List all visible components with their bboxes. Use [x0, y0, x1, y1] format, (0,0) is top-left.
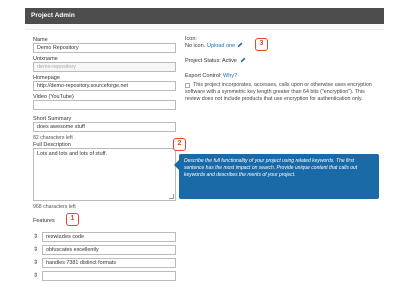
homepage-input[interactable]: http://demo-repository.sourceforge.net [33, 81, 176, 91]
resize-handle-icon[interactable] [169, 194, 174, 199]
updown-arrow-icon[interactable]: ⇕ [33, 233, 38, 241]
updown-arrow-icon[interactable]: ⇕ [33, 272, 38, 280]
icon-status: No icon. [185, 43, 206, 49]
page-header: Project Admin [25, 8, 384, 24]
features-label: Features [33, 218, 55, 224]
description-tooltip: Describe the full functionality of your … [179, 154, 379, 199]
callout-badge-2: 2 [173, 138, 186, 151]
export-control-label: Export Control: [185, 73, 222, 79]
upload-icon-link[interactable]: Upload one [207, 43, 235, 49]
callout-badge-1: 1 [66, 213, 79, 226]
updown-arrow-icon[interactable]: ⇕ [33, 259, 38, 267]
header-strip [25, 24, 384, 30]
full-description-chars-left: 968 characters left [33, 204, 76, 210]
icon-label: Icon: [185, 36, 197, 42]
video-input[interactable] [33, 100, 176, 110]
page-title: Project Admin [31, 12, 75, 19]
export-why-link[interactable]: Why? [223, 73, 237, 79]
short-summary-chars-left: 82 characters left [33, 135, 73, 141]
feature-input[interactable]: reswizzles code [42, 232, 176, 242]
short-summary-input[interactable]: does awesome stuff [33, 122, 176, 132]
project-status-value: Active [222, 58, 237, 64]
unixname-input: demo-repository [33, 62, 176, 72]
pencil-icon[interactable] [240, 57, 246, 63]
project-status-label: Project Status: [185, 58, 221, 64]
feature-input[interactable]: obfuscates excellently [42, 245, 176, 255]
pencil-icon[interactable] [237, 42, 243, 48]
full-description-textarea[interactable]: Lots and lots and lots of stuff. [33, 148, 176, 201]
export-control-checkbox[interactable] [185, 83, 190, 88]
feature-input[interactable]: handles 7381 distinct formats [42, 258, 176, 268]
name-input[interactable]: Demo Repository [33, 43, 176, 53]
updown-arrow-icon[interactable]: ⇕ [33, 246, 38, 254]
callout-badge-3: 3 [255, 38, 268, 51]
feature-input[interactable] [42, 271, 176, 281]
full-description-text: Lots and lots and lots of stuff. [37, 151, 108, 157]
export-control-text: This project incorporates, accesses, cal… [185, 82, 372, 102]
